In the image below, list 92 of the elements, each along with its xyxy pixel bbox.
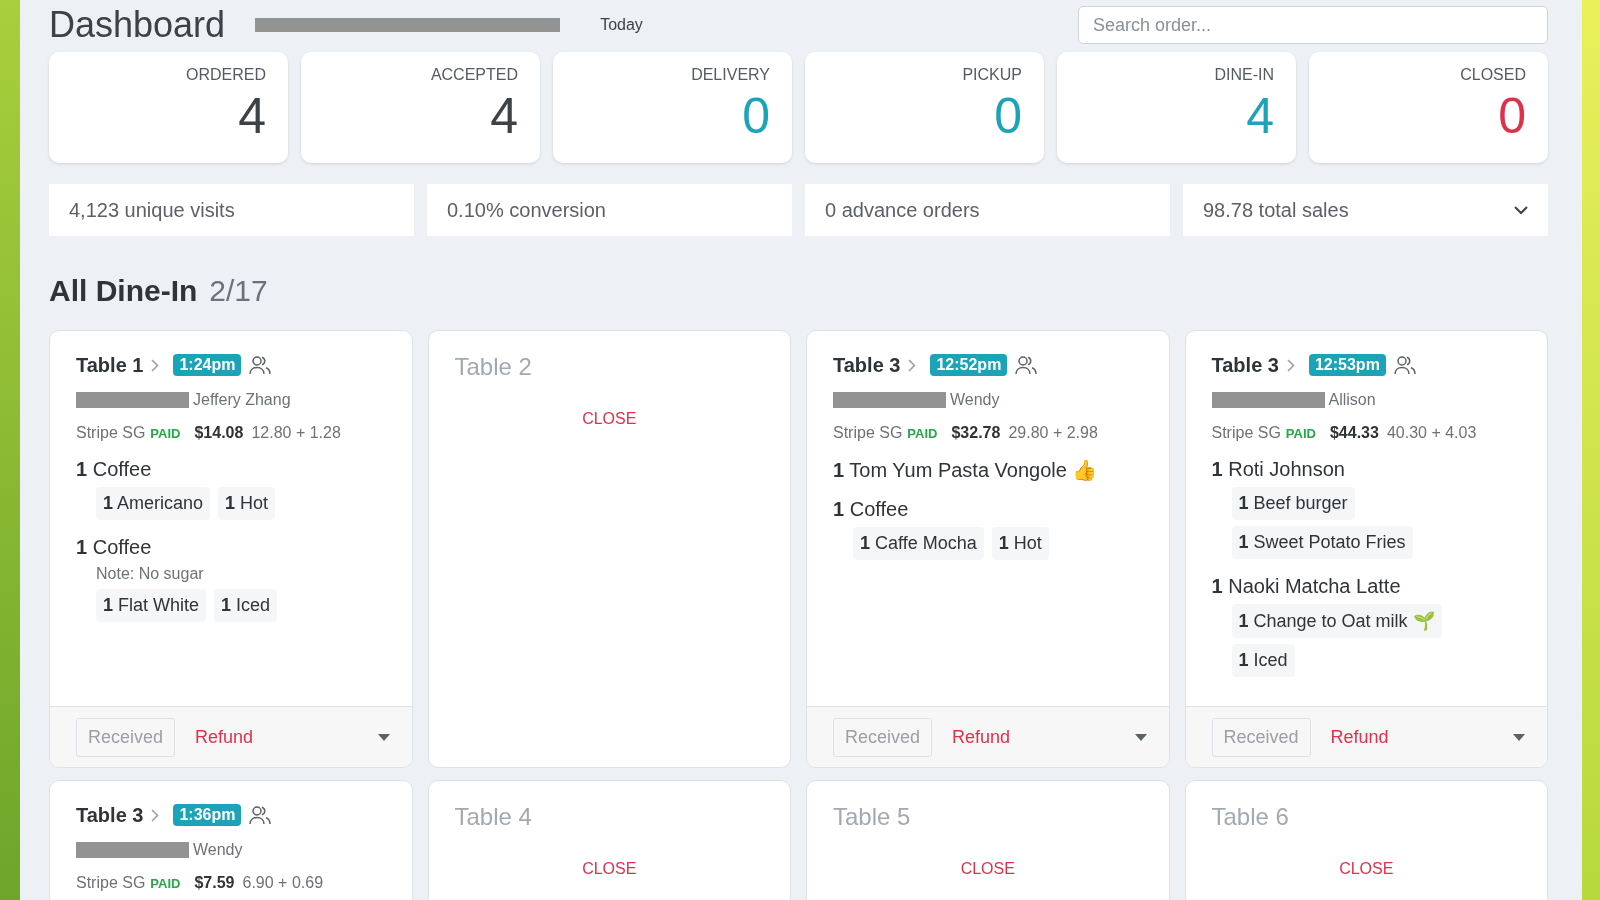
item-note: Note: No sugar: [96, 565, 205, 583]
order-total: $14.08: [194, 424, 244, 442]
table-name[interactable]: Table 3: [76, 803, 144, 827]
order-item: 1 Naoki Matcha Latte: [1211, 575, 1402, 598]
stat-label: ORDERED: [186, 66, 266, 84]
order-item: 1 Coffee: [76, 458, 153, 481]
caret-icon[interactable]: [377, 733, 390, 741]
item-option: 1 Flat White: [96, 589, 207, 622]
payment-method: Stripe SG: [76, 424, 146, 442]
item-option: 1 Hot: [218, 487, 276, 520]
metric-text: 0.10% conversion: [447, 198, 607, 222]
section-title: All Dine-In: [49, 274, 198, 308]
people-icon[interactable]: [249, 355, 272, 375]
table-name[interactable]: Table 6: [1211, 803, 1289, 831]
payment-status: PAID: [150, 426, 181, 441]
table-name[interactable]: Table 4: [454, 803, 532, 831]
stat-label: DINE-IN: [1214, 66, 1274, 84]
order-item: 1 Coffee: [76, 536, 153, 559]
table-name[interactable]: Table 3: [833, 353, 901, 377]
time-badge: 1:24pm: [173, 354, 242, 376]
stat-value: 4: [238, 88, 266, 144]
metric-dropdown[interactable]: 98.78 total sales: [1183, 184, 1548, 236]
item-option: 1 Sweet Potato Fries: [1231, 526, 1413, 559]
stat-label: DELIVERY: [691, 66, 770, 84]
stat-value: 4: [490, 88, 518, 144]
item-option: 1 Iced: [214, 589, 278, 622]
item-option: 1 Hot: [991, 527, 1049, 560]
received-button[interactable]: Received: [1211, 717, 1311, 757]
stat-value: 0: [994, 88, 1022, 144]
order-total: $7.59: [194, 874, 235, 892]
payment-method: Stripe SG: [833, 424, 903, 442]
chevron-down-icon[interactable]: [1514, 205, 1528, 215]
chevron-icon[interactable]: [1286, 358, 1295, 372]
search-field[interactable]: Search order...: [1078, 6, 1548, 44]
item-option: 1 Change to Oat milk 🌱: [1231, 604, 1442, 638]
stat-label: ACCEPTED: [430, 66, 518, 84]
payment-method: Stripe SG: [1211, 424, 1281, 442]
price-breakdown: 6.90 + 0.69: [242, 874, 324, 892]
payment-status: PAID: [907, 426, 938, 441]
received-button[interactable]: Received: [76, 717, 176, 757]
refund-button[interactable]: Refund: [185, 718, 264, 756]
customer-name: Wendy: [193, 841, 243, 859]
customer-name: Jeffery Zhang: [193, 391, 291, 409]
chevron-icon[interactable]: [151, 808, 160, 822]
customer-name: Wendy: [950, 391, 1000, 409]
payment-status: PAID: [1285, 426, 1316, 441]
metric-text: 0 advance orders: [825, 198, 981, 222]
payment-method: Stripe SG: [76, 874, 146, 892]
refund-button[interactable]: Refund: [942, 718, 1021, 756]
date-filter[interactable]: Today: [600, 16, 643, 34]
people-icon[interactable]: [249, 805, 272, 825]
order-item: 1 Roti Johnson: [1211, 458, 1346, 481]
close-button[interactable]: CLOSE: [954, 859, 1021, 879]
stat-label: CLOSED: [1460, 66, 1526, 84]
time-badge: 12:52pm: [930, 354, 1008, 376]
people-icon[interactable]: [1393, 355, 1416, 375]
table-name[interactable]: Table 1: [76, 353, 144, 377]
close-button[interactable]: CLOSE: [576, 859, 643, 879]
refund-button[interactable]: Refund: [1320, 718, 1399, 756]
chevron-icon[interactable]: [908, 358, 917, 372]
section-count: 2/17: [209, 274, 268, 308]
chevron-icon[interactable]: [151, 358, 160, 372]
order-total: $32.78: [951, 424, 1001, 442]
customer-name: Allison: [1328, 391, 1376, 409]
close-button[interactable]: CLOSE: [1333, 859, 1400, 879]
people-icon[interactable]: [1015, 355, 1038, 375]
item-option: 1 Caffe Mocha: [853, 527, 984, 560]
order-item: 1 Coffee: [833, 498, 910, 521]
order-total: $44.33: [1329, 424, 1379, 442]
item-option: 1 Americano: [96, 487, 211, 520]
stat-value: 4: [1246, 88, 1274, 144]
price-breakdown: 40.30 + 4.03: [1386, 424, 1477, 442]
price-breakdown: 29.80 + 2.98: [1008, 424, 1098, 442]
caret-icon[interactable]: [1134, 733, 1147, 741]
page-title: Dashboard: [49, 4, 226, 46]
stat-value: 0: [742, 88, 770, 144]
close-button[interactable]: CLOSE: [576, 409, 643, 429]
table-name[interactable]: Table 2: [454, 353, 532, 381]
table-name[interactable]: Table 3: [1211, 353, 1279, 377]
table-name[interactable]: Table 5: [833, 803, 911, 831]
metric-text: 4,123 unique visits: [69, 198, 236, 222]
payment-status: PAID: [150, 876, 181, 891]
received-button[interactable]: Received: [833, 717, 933, 757]
item-option: 1 Iced: [1231, 644, 1295, 677]
caret-icon[interactable]: [1513, 733, 1525, 741]
time-badge: 1:36pm: [173, 804, 242, 826]
item-option: 1 Beef burger: [1231, 487, 1355, 520]
order-item: 1 Tom Yum Pasta Vongole 👍: [833, 458, 1099, 482]
stat-label: PICKUP: [962, 66, 1022, 84]
time-badge: 12:53pm: [1308, 354, 1386, 376]
price-breakdown: 12.80 + 1.28: [251, 424, 341, 442]
stat-value: 0: [1498, 88, 1526, 144]
